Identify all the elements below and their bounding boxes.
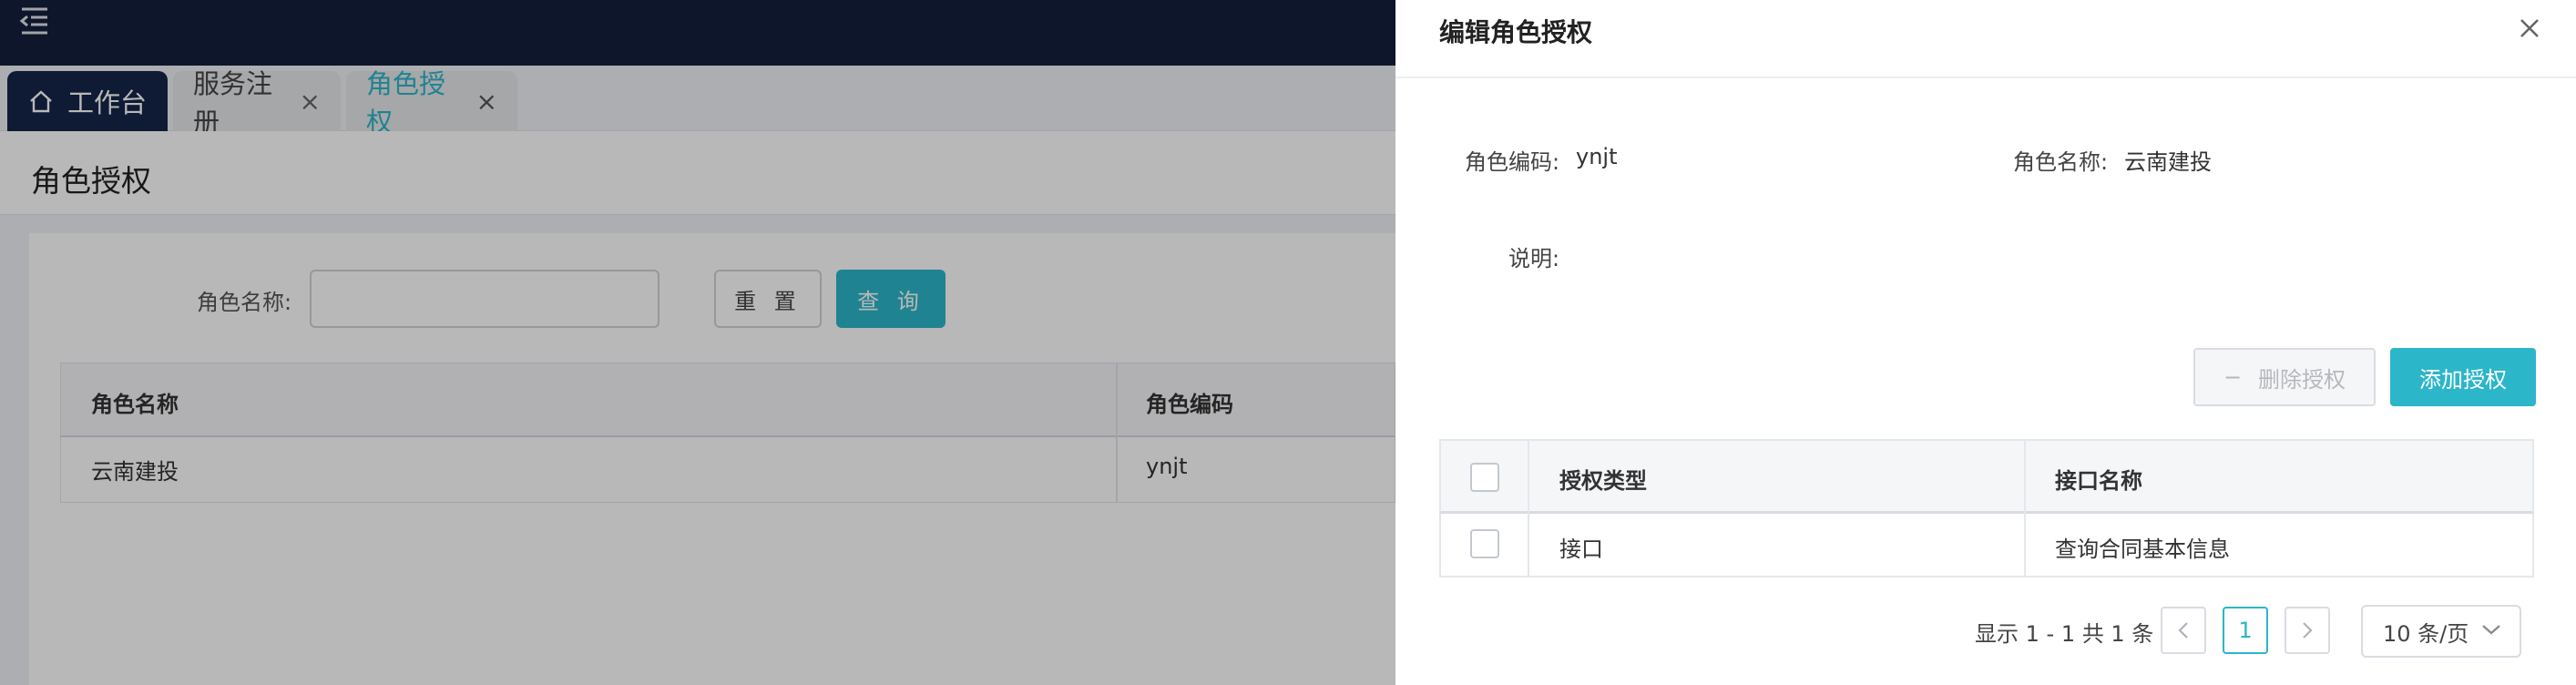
role-name-label: 角色名称: <box>2013 149 2109 175</box>
column-header-auth-type: 授权类型 <box>1559 468 1647 494</box>
page-size-select[interactable]: 10 条/页 <box>2361 605 2521 658</box>
edit-role-authorization-drawer: 编辑角色授权 <box>1395 0 2576 685</box>
next-page-button[interactable] <box>2285 607 2330 654</box>
delete-authorization-button[interactable]: − 删除授权 <box>2193 348 2376 406</box>
chevron-right-icon <box>2303 622 2313 639</box>
cell-auth-type: 接口 <box>1559 537 1603 562</box>
minus-icon: − <box>2223 364 2243 390</box>
page-size-value: 10 条/页 <box>2383 620 2469 647</box>
role-code-label: 角色编码: <box>1465 149 1560 175</box>
description-label: 说明: <box>1508 246 1560 271</box>
pagination-total: 显示 1 - 1 共 1 条 <box>1975 621 2154 647</box>
row-checkbox[interactable] <box>1470 529 1499 558</box>
page-number-button[interactable]: 1 <box>2223 607 2268 654</box>
role-code-value: ynjt <box>1576 144 1618 169</box>
column-header-interface-name: 接口名称 <box>2055 468 2142 494</box>
close-icon[interactable] <box>2514 13 2545 44</box>
chevron-down-icon <box>2482 625 2500 635</box>
table-row[interactable] <box>1439 514 2534 578</box>
column-divider <box>1528 439 1529 578</box>
add-authorization-button[interactable]: 添加授权 <box>2390 348 2536 406</box>
cell-interface-name: 查询合同基本信息 <box>2055 537 2230 562</box>
modal-overlay[interactable] <box>0 0 1395 685</box>
role-name-value: 云南建投 <box>2124 149 2212 175</box>
drawer-title: 编辑角色授权 <box>1439 17 1593 47</box>
column-divider <box>2024 439 2026 578</box>
delete-authorization-label: 删除授权 <box>2258 366 2346 393</box>
prev-page-button[interactable] <box>2161 607 2206 654</box>
chevron-left-icon <box>2178 622 2188 639</box>
select-all-checkbox[interactable] <box>1470 463 1499 492</box>
